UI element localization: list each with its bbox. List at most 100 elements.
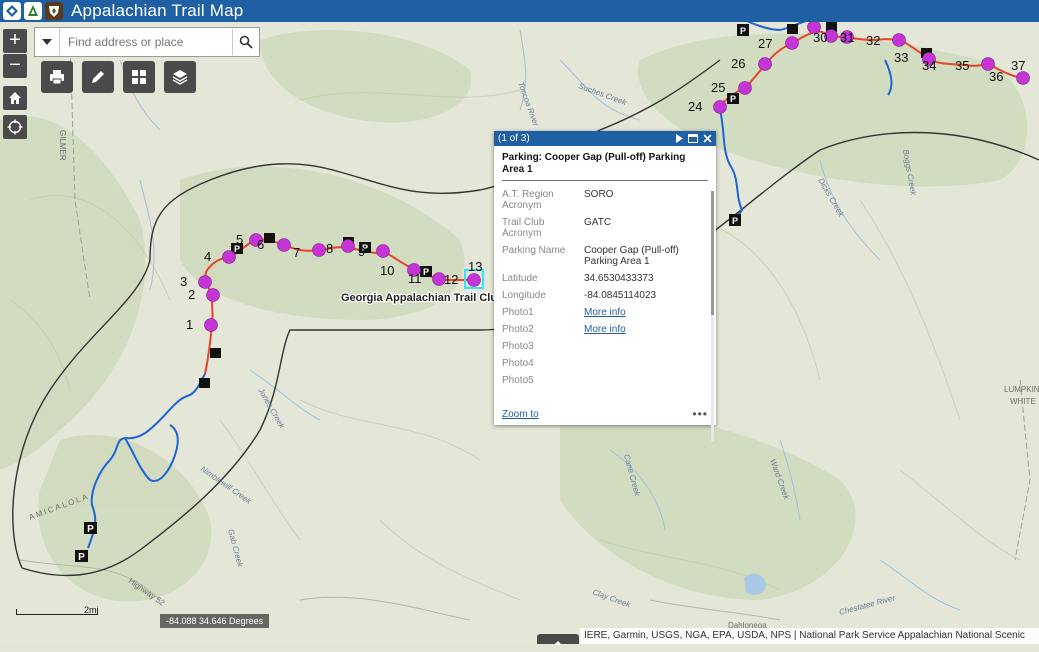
layers-button[interactable] xyxy=(164,61,196,93)
dock-popup-icon[interactable] xyxy=(688,134,698,143)
popup-scrollbar-thumb[interactable] xyxy=(711,191,714,315)
stop-label: 3 xyxy=(180,274,187,289)
attribute-value: SORO xyxy=(584,189,614,200)
search-source-dropdown[interactable] xyxy=(35,29,60,55)
attribute-row: Photo1 More info xyxy=(502,305,708,322)
app-header: Appalachian Trail Map xyxy=(0,0,1039,22)
stop-label: 33 xyxy=(894,50,908,65)
edit-button[interactable] xyxy=(82,61,114,93)
zoom-out-button[interactable]: − xyxy=(3,54,27,78)
stop-label: 7 xyxy=(293,245,300,260)
nps-arrowhead-logo xyxy=(45,2,63,20)
stop-label: 27 xyxy=(758,36,772,51)
stop-label: 31 xyxy=(840,30,854,45)
stop-label: 4 xyxy=(204,249,211,264)
attribute-row: Parking Name Cooper Gap (Pull-off) Parkin… xyxy=(502,243,708,271)
svg-text:P: P xyxy=(730,94,736,104)
basemap-gallery-button[interactable] xyxy=(123,61,155,93)
coordinate-readout: -84.088 34.646 Degrees xyxy=(160,614,270,628)
stop-label: 13 xyxy=(468,259,482,274)
next-feature-icon[interactable] xyxy=(675,134,683,143)
zoom-in-button[interactable]: + xyxy=(3,29,27,53)
attribution-bar: IERE, Garmin, USGS, NGA, EPA, USDA, NPS … xyxy=(580,628,1039,644)
stop-label: 2 xyxy=(188,287,195,302)
attribute-value xyxy=(584,373,708,390)
stop-label: 37 xyxy=(1011,58,1025,73)
stop-label: 10 xyxy=(380,263,394,278)
edit-icon xyxy=(92,71,104,83)
stop-label: 26 xyxy=(731,56,745,71)
stop-label: 35 xyxy=(955,58,969,73)
stop-label: 12 xyxy=(444,272,458,287)
coordinate-text: -84.088 34.646 Degrees xyxy=(166,616,264,626)
zoom-to-link[interactable]: Zoom to xyxy=(502,409,539,420)
stop-label: 9 xyxy=(358,244,365,259)
attribute-row: Photo5 xyxy=(502,373,708,390)
atc-leaf-logo xyxy=(24,2,42,20)
attribute-label: Photo5 xyxy=(502,375,534,386)
attribute-value xyxy=(584,339,708,356)
search-button[interactable] xyxy=(232,29,259,55)
home-icon xyxy=(9,92,21,104)
basemap-gallery-icon xyxy=(132,70,146,84)
club-label: Georgia Appalachian Trail Club xyxy=(341,292,504,304)
photo2-link[interactable]: More info xyxy=(584,324,626,335)
home-button[interactable] xyxy=(3,86,27,110)
svg-text:P: P xyxy=(87,524,94,535)
attribute-value xyxy=(584,356,708,373)
more-actions-button[interactable]: ••• xyxy=(692,407,708,421)
chevron-up-icon xyxy=(554,641,562,645)
stop-label: 5 xyxy=(236,232,243,247)
attribute-value: Cooper Gap (Pull-off) Parking Area 1 xyxy=(584,245,679,267)
stop-label: 6 xyxy=(257,237,264,252)
county-label-lumpkin: LUMPKIN xyxy=(1004,385,1039,394)
popup-counter: (1 of 3) xyxy=(498,133,530,144)
popup-footer: Zoom to ••• xyxy=(502,407,708,421)
stop-label: 30 xyxy=(813,30,827,45)
attribute-label: Trail Club Acronym xyxy=(502,217,545,239)
layers-icon xyxy=(172,70,188,85)
stop-label: 24 xyxy=(688,99,702,114)
print-button[interactable] xyxy=(41,61,73,93)
popup-attributes: A.T. Region Acronym SORO Trail Club Acron… xyxy=(502,187,708,390)
stop-label: 25 xyxy=(711,80,725,95)
stop-label: 36 xyxy=(989,69,1003,84)
attribute-label: Longitude xyxy=(502,290,546,301)
locate-button[interactable] xyxy=(3,115,27,139)
at-diamond-logo xyxy=(3,2,21,20)
attribute-value: 34.6530433373 xyxy=(584,273,654,284)
attribute-row: Photo2 More info xyxy=(502,322,708,339)
popup-divider xyxy=(502,180,708,181)
popup-header: (1 of 3) xyxy=(494,131,716,146)
stop-label: 1 xyxy=(186,317,193,332)
attribute-row: Trail Club Acronym GATC xyxy=(502,215,708,243)
close-icon[interactable] xyxy=(703,134,712,143)
county-label-gilmer: GILMER xyxy=(58,130,67,161)
search-input[interactable] xyxy=(60,34,230,50)
search-widget xyxy=(34,27,260,57)
stop-label: 34 xyxy=(922,58,936,73)
popup-title: Parking: Cooper Gap (Pull-off) Parking A… xyxy=(502,152,686,175)
attribute-value: -84.0845114023 xyxy=(584,290,657,301)
attribute-row: Longitude -84.0845114023 xyxy=(502,288,708,305)
svg-text:P: P xyxy=(732,216,738,226)
attribute-label: Photo4 xyxy=(502,358,534,369)
stop-label: 8 xyxy=(326,241,333,256)
attribute-label: Parking Name xyxy=(502,245,566,256)
attribution-toggle[interactable] xyxy=(537,634,579,645)
chevron-down-icon xyxy=(42,39,52,45)
attribute-label: Photo2 xyxy=(502,324,534,335)
attribute-label: A.T. Region Acronym xyxy=(502,189,554,211)
attribute-label: Photo3 xyxy=(502,341,534,352)
svg-text:P: P xyxy=(78,552,85,563)
attribute-label: Latitude xyxy=(502,273,538,284)
locate-icon xyxy=(7,119,23,135)
attribute-row: Photo4 xyxy=(502,356,708,373)
attribute-value: GATC xyxy=(584,217,612,228)
stop-label: 32 xyxy=(866,33,880,48)
photo1-link[interactable]: More info xyxy=(584,307,626,318)
county-label-white: WHITE xyxy=(1010,397,1036,406)
attribute-row: Photo3 xyxy=(502,339,708,356)
attribute-row: A.T. Region Acronym SORO xyxy=(502,187,708,215)
stop-label: 11 xyxy=(408,271,422,286)
